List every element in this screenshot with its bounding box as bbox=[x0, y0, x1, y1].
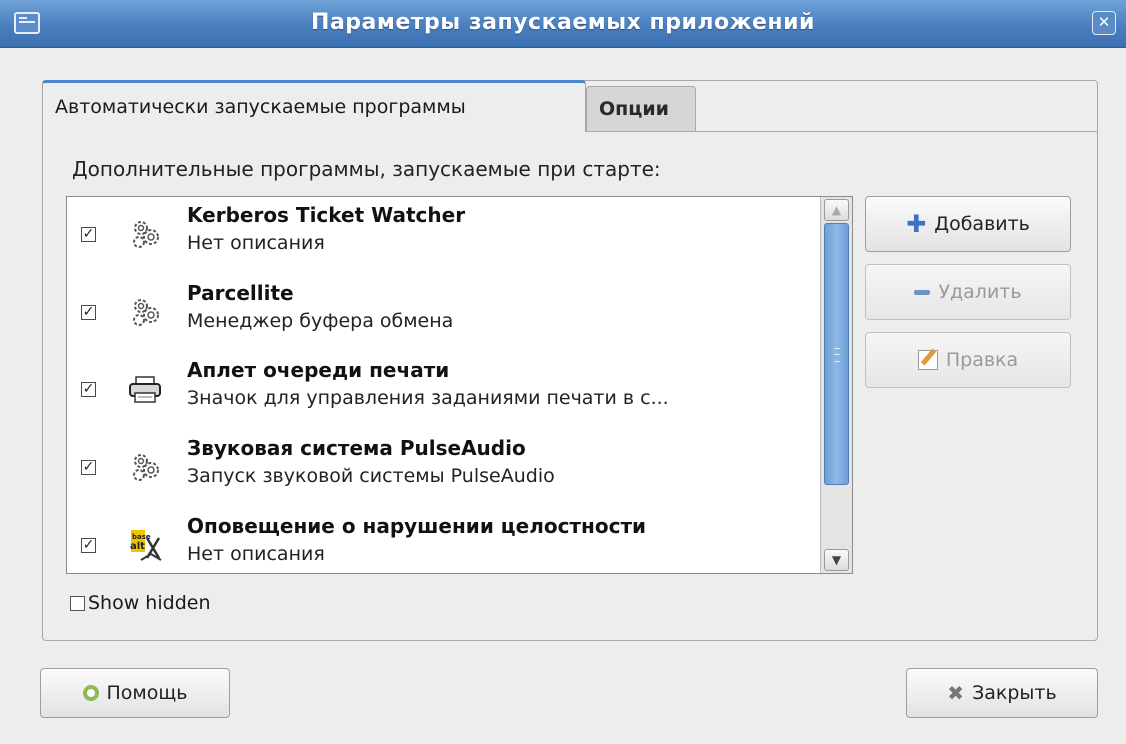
svg-text:alt: alt bbox=[130, 541, 145, 552]
help-button-label: Помощь bbox=[106, 682, 188, 704]
enable-checkbox[interactable]: ✓ bbox=[81, 460, 96, 475]
list-item[interactable]: ✓ Аплет очереди печати Значок для управл… bbox=[67, 352, 823, 428]
program-name: Kerberos Ticket Watcher bbox=[187, 203, 466, 227]
section-label: Дополнительные программы, запускаемые пр… bbox=[72, 157, 661, 181]
gears-icon bbox=[129, 295, 163, 329]
window-close-button[interactable]: ✕ bbox=[1092, 11, 1116, 35]
tab-divider bbox=[696, 131, 1097, 132]
program-name: Аплет очереди печати bbox=[187, 358, 450, 382]
enable-checkbox[interactable]: ✓ bbox=[81, 305, 96, 320]
show-hidden-label: Show hidden bbox=[88, 592, 211, 614]
program-description: Нет описания bbox=[187, 543, 325, 565]
minus-icon bbox=[914, 289, 931, 295]
show-hidden-option[interactable]: Show hidden bbox=[70, 592, 210, 614]
program-name: Звуковая система PulseAudio bbox=[187, 436, 526, 460]
enable-checkbox[interactable]: ✓ bbox=[81, 538, 96, 553]
printer-icon bbox=[129, 376, 161, 404]
edit-button[interactable]: Правка bbox=[865, 332, 1071, 388]
add-button[interactable]: ✚ Добавить bbox=[865, 196, 1071, 252]
gears-icon bbox=[129, 217, 163, 251]
list-item[interactable]: ✓ base alt Оповещение о нарушении целост… bbox=[67, 508, 823, 573]
window-title: Параметры запускаемых приложений bbox=[311, 10, 815, 35]
close-icon: ✖ bbox=[947, 681, 965, 705]
altlinux-icon: base alt bbox=[127, 528, 163, 564]
gears-icon bbox=[129, 450, 163, 484]
scroll-down-button[interactable]: ▼ bbox=[824, 549, 849, 571]
plus-icon: ✚ bbox=[906, 210, 927, 238]
program-name: Parcellite bbox=[187, 281, 294, 305]
startup-programs-list[interactable]: ✓ Kerberos Ticket Watcher Нет описания ✓ bbox=[66, 196, 853, 574]
program-description: Нет описания bbox=[187, 232, 325, 254]
tab-autostart-programs[interactable]: Автоматически запускаемые программы bbox=[42, 80, 586, 132]
lifebuoy-icon bbox=[82, 685, 99, 701]
close-button-label: Закрыть bbox=[972, 682, 1057, 704]
scroll-up-button[interactable]: ▲ bbox=[824, 199, 849, 221]
edit-button-label: Правка bbox=[945, 349, 1019, 371]
enable-checkbox[interactable]: ✓ bbox=[81, 227, 96, 242]
help-button[interactable]: Помощь bbox=[40, 668, 230, 718]
program-description: Запуск звуковой системы PulseAudio bbox=[187, 465, 555, 487]
list-item[interactable]: ✓ Kerberos Ticket Watcher Нет описания bbox=[67, 197, 823, 273]
list-item[interactable]: ✓ Звуковая система PulseAudio Запуск зву… bbox=[67, 430, 823, 506]
program-name: Оповещение о нарушении целостности bbox=[187, 514, 647, 538]
edit-icon bbox=[917, 350, 938, 370]
add-button-label: Добавить bbox=[934, 213, 1030, 235]
grip-icon bbox=[834, 348, 840, 362]
scroll-thumb[interactable] bbox=[824, 223, 849, 485]
list-item[interactable]: ✓ Parcellite Менеджер буфера обмена bbox=[67, 275, 823, 351]
title-bar: Параметры запускаемых приложений ✕ bbox=[0, 0, 1126, 48]
remove-button[interactable]: Удалить bbox=[865, 264, 1071, 320]
list-scrollbar[interactable]: ▲ ▼ bbox=[820, 197, 852, 573]
close-button[interactable]: ✖ Закрыть bbox=[906, 668, 1098, 718]
remove-button-label: Удалить bbox=[938, 281, 1022, 303]
tab-options[interactable]: Опции bbox=[586, 86, 696, 132]
program-description: Менеджер буфера обмена bbox=[187, 310, 454, 332]
show-hidden-checkbox[interactable] bbox=[70, 595, 85, 611]
program-description: Значок для управления заданиями печати в… bbox=[187, 387, 669, 409]
enable-checkbox[interactable]: ✓ bbox=[81, 382, 96, 397]
